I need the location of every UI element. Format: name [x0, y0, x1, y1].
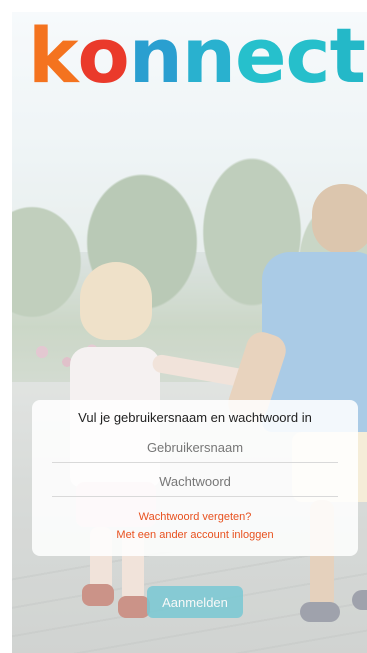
forgot-password-link[interactable]: Wachtwoord vergeten?	[32, 511, 358, 523]
logo-letter: n	[128, 12, 183, 100]
logo-letter: t	[329, 12, 366, 100]
logo-letter: o	[77, 12, 130, 100]
app-screen: konnect Vul je gebruikersnaam en wachtwo…	[12, 12, 367, 653]
logo-letter: c	[285, 12, 331, 100]
username-input[interactable]	[52, 432, 338, 463]
login-prompt: Vul je gebruikersnaam en wachtwoord in	[78, 410, 312, 425]
logo-letter: n	[181, 12, 236, 100]
other-account-link[interactable]: Met een ander account inloggen	[32, 529, 358, 541]
password-input[interactable]	[52, 466, 338, 497]
konnect-logo: konnect	[28, 12, 366, 100]
background-wash	[12, 12, 367, 653]
login-button[interactable]: Aanmelden	[147, 586, 243, 618]
login-card: Vul je gebruikersnaam en wachtwoord in W…	[32, 400, 358, 556]
logo-letter: e	[234, 12, 287, 100]
logo-letter: k	[28, 12, 79, 100]
